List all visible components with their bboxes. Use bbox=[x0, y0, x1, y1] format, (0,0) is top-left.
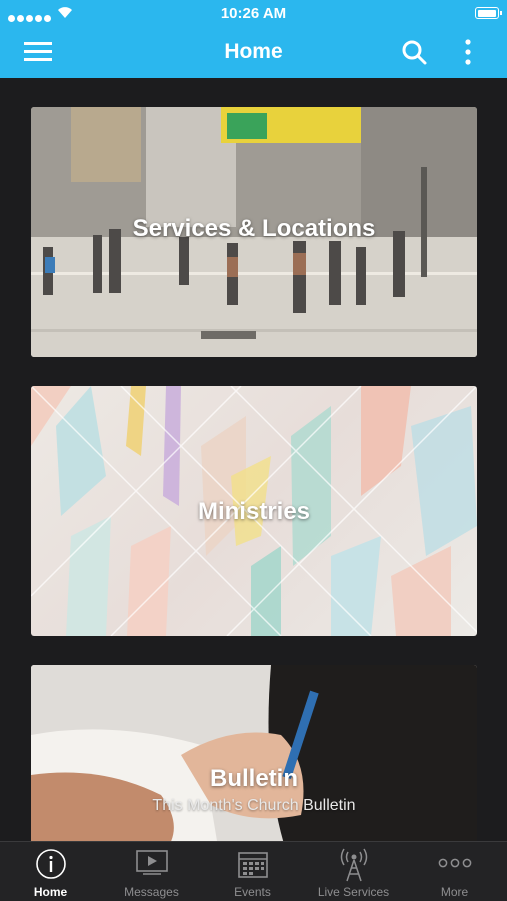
tab-label: Home bbox=[33, 885, 68, 899]
tab-messages[interactable]: Messages bbox=[101, 842, 202, 901]
tab-label: Live Services bbox=[317, 885, 390, 899]
tab-label: Messages bbox=[124, 885, 179, 899]
status-bar: 10:26 AM bbox=[0, 0, 507, 26]
tab-more[interactable]: More bbox=[404, 842, 505, 901]
antenna-icon bbox=[340, 848, 367, 882]
tab-home[interactable]: Home bbox=[0, 842, 101, 901]
card-title: Ministries bbox=[197, 498, 311, 525]
tab-events[interactable]: Events bbox=[202, 842, 303, 901]
more-horizontal-icon bbox=[438, 858, 471, 868]
tab-bar: Home Messages Events Live Services More bbox=[0, 841, 507, 901]
battery-icon bbox=[475, 7, 502, 19]
services-locations-card[interactable]: Services & Locations bbox=[31, 107, 477, 357]
bulletin-card[interactable]: Bulletin This Month's Church Bulletin bbox=[31, 665, 477, 841]
tab-live-services[interactable]: Live Services bbox=[303, 842, 404, 901]
card-title: Bulletin bbox=[210, 765, 298, 792]
page-title: Home bbox=[224, 40, 283, 63]
nav-bar: Home bbox=[0, 26, 507, 78]
video-icon bbox=[135, 850, 168, 875]
info-icon bbox=[35, 849, 66, 879]
tab-label: More bbox=[440, 885, 469, 899]
card-subtitle: This Month's Church Bulletin bbox=[152, 797, 356, 814]
card-title: Services & Locations bbox=[132, 215, 376, 242]
more-vertical-icon[interactable] bbox=[458, 38, 478, 66]
search-icon[interactable] bbox=[400, 38, 428, 66]
status-time: 10:26 AM bbox=[220, 5, 287, 22]
tab-label: Events bbox=[234, 885, 271, 899]
content-feed: Services & Locations Ministries Bulletin… bbox=[0, 78, 507, 841]
calendar-icon bbox=[237, 852, 268, 878]
ministries-card[interactable]: Ministries bbox=[31, 386, 477, 636]
